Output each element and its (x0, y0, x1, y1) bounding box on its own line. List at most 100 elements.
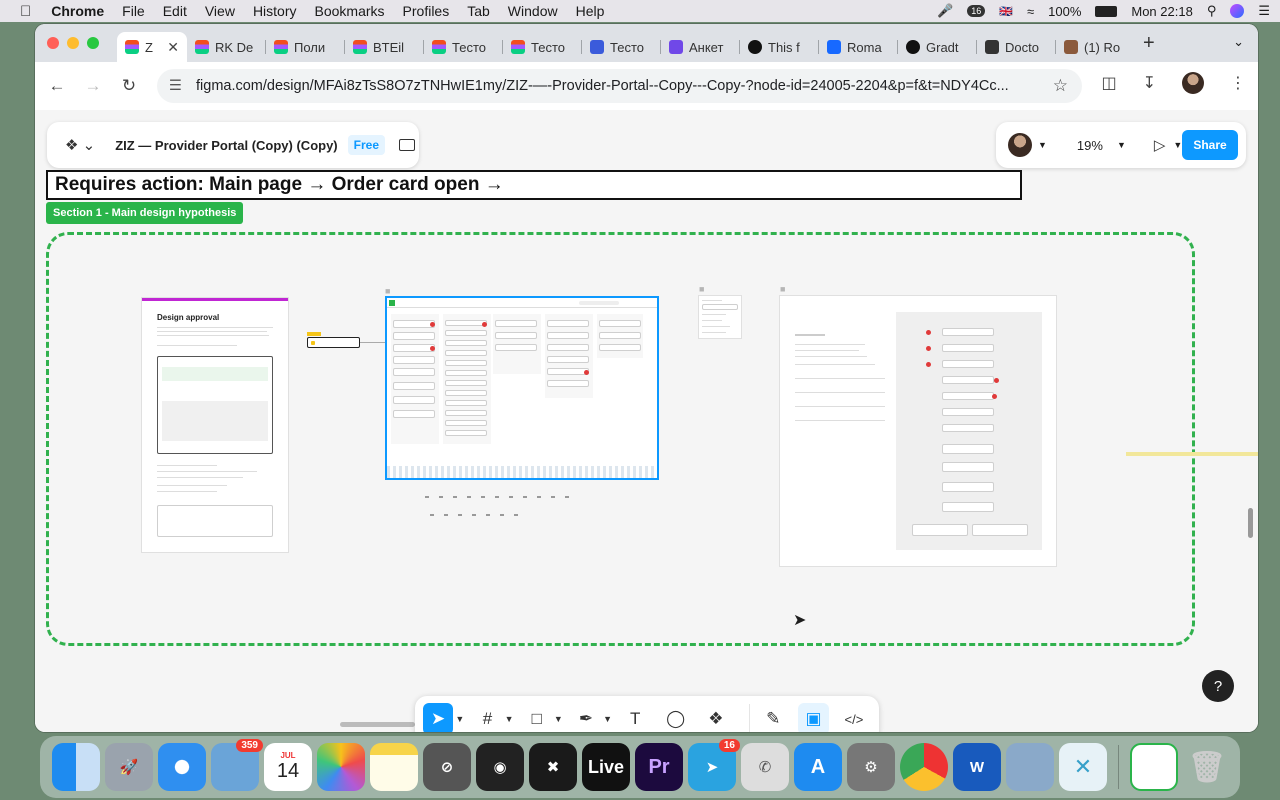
clock[interactable]: Mon 22:18 (1131, 4, 1192, 19)
tab-5[interactable]: Тесто (503, 32, 582, 62)
file-name[interactable]: ZIZ — Provider Portal (Copy) (Copy) (115, 138, 337, 153)
menu-view[interactable]: View (205, 3, 235, 19)
help-button[interactable]: ? (1202, 670, 1234, 702)
present-play-icon[interactable]: ▷ (1154, 136, 1166, 154)
back-icon[interactable]: ← (39, 76, 75, 96)
menu-edit[interactable]: Edit (163, 3, 187, 19)
zoom-window-button[interactable] (87, 37, 99, 49)
photos-icon[interactable] (317, 743, 365, 791)
no-entry-app-icon[interactable]: ⊘ (423, 743, 471, 791)
preview-icon[interactable] (1006, 743, 1054, 791)
vertical-scrollbar[interactable] (1248, 508, 1253, 538)
design-mode-icon[interactable]: ▣ (798, 703, 829, 732)
download-icon[interactable]: ↧ (1143, 73, 1156, 93)
resolve-app-icon[interactable]: ✖ (529, 743, 577, 791)
battery-icon[interactable] (1095, 5, 1118, 17)
menu-kebab-icon[interactable]: ⋮ (1230, 73, 1246, 93)
menu-window[interactable]: Window (508, 3, 558, 19)
control-center-icon[interactable]: ☰ (1258, 3, 1270, 19)
address-bar[interactable]: ☰ figma.com/design/MFAi8zTsS8O7zTNHwIE1m… (157, 69, 1082, 103)
plan-badge[interactable]: Free (347, 135, 386, 155)
tab-9[interactable]: Roma (819, 32, 898, 62)
extensions-icon[interactable]: ◫ (1101, 73, 1116, 93)
design-approval-frame[interactable]: Design approval (142, 298, 288, 552)
section-title[interactable]: Requires action: Main page → Order card … (46, 170, 1022, 200)
tab-2[interactable]: Поли (266, 32, 345, 62)
tab-11[interactable]: Docto (977, 32, 1056, 62)
tab-6[interactable]: Тесто (582, 32, 661, 62)
tab-figma-active[interactable]: Z ✕ (117, 32, 187, 62)
battery-percent[interactable]: 100% (1048, 4, 1081, 19)
xcode-like-icon[interactable]: ✕ (1059, 743, 1107, 791)
orders-board-frame[interactable] (385, 296, 659, 480)
telegram-icon[interactable]: ➤ 16 (688, 739, 740, 791)
menu-file[interactable]: File (122, 3, 145, 19)
notes-icon[interactable] (370, 743, 418, 791)
flag-icon[interactable]: 🇬🇧 (999, 5, 1013, 18)
chevron-down-icon[interactable]: ▼ (1117, 140, 1126, 150)
toggle-sidebar-icon[interactable] (399, 139, 416, 151)
move-tool-icon[interactable]: ➤ (423, 703, 454, 732)
frame-tool-icon[interactable]: # (472, 703, 502, 732)
menu-tab[interactable]: Tab (467, 3, 490, 19)
figma-menu-icon[interactable]: ❖ ⌄ (65, 136, 95, 154)
draw-mode-icon[interactable]: ✎ (758, 703, 788, 732)
reload-icon[interactable]: ↻ (111, 76, 147, 96)
pen-tool-icon[interactable]: ✒ (571, 703, 601, 732)
dropdown-frame[interactable] (699, 296, 741, 338)
siri-icon[interactable] (1230, 4, 1245, 18)
forward-icon[interactable]: → (75, 76, 111, 96)
horizontal-scrollbar[interactable] (340, 722, 415, 727)
recent-document-icon[interactable] (1130, 743, 1178, 791)
obs-icon[interactable]: ◉ (476, 743, 524, 791)
close-tab-icon[interactable]: ✕ (167, 39, 179, 56)
apple-icon[interactable]:  (20, 3, 31, 20)
mail-app-icon[interactable]: 359 (211, 739, 263, 791)
trash-icon[interactable]: 🗑 (1183, 743, 1231, 791)
tab-3[interactable]: BTEil (345, 32, 424, 62)
premiere-pro-icon[interactable]: Pr (635, 743, 683, 791)
safari-icon[interactable] (158, 743, 206, 791)
chevron-down-icon[interactable]: ▼ (1038, 140, 1047, 150)
chevron-down-icon[interactable]: ▼ (505, 714, 514, 724)
section-tag[interactable]: Section 1 - Main design hypothesis (46, 202, 244, 224)
zoom-level[interactable]: 19% (1077, 138, 1103, 153)
spotlight-icon[interactable]: ⚲ (1207, 3, 1217, 19)
menu-help[interactable]: Help (576, 3, 605, 19)
tab-7[interactable]: Анкет (661, 32, 740, 62)
ableton-live-icon[interactable]: Live (582, 743, 630, 791)
minimize-window-button[interactable] (67, 37, 79, 49)
tab-8[interactable]: This f (740, 32, 819, 62)
menu-bookmarks[interactable]: Bookmarks (315, 3, 385, 19)
menu-history[interactable]: History (253, 3, 297, 19)
collaborator-avatar[interactable] (1008, 133, 1032, 157)
tab-10[interactable]: Gradt (898, 32, 977, 62)
menu-app-chrome[interactable]: Chrome (51, 3, 104, 19)
system-settings-icon[interactable]: ⚙ (847, 743, 895, 791)
app-store-icon[interactable]: A (794, 743, 842, 791)
launchpad-icon[interactable]: 🚀 (105, 743, 153, 791)
site-info-icon[interactable]: ☰ (169, 78, 182, 94)
chevron-down-icon[interactable]: ▼ (603, 714, 612, 724)
text-tool-icon[interactable]: T (620, 703, 650, 732)
finder-icon[interactable] (52, 743, 100, 791)
calendar-icon[interactable]: JUL 14 (264, 743, 312, 791)
word-icon[interactable]: W (953, 743, 1001, 791)
sticky-note[interactable] (307, 337, 360, 348)
menu-profiles[interactable]: Profiles (403, 3, 450, 19)
bookmark-star-icon[interactable]: ☆ (1053, 76, 1068, 96)
new-tab-icon[interactable]: + (1143, 32, 1155, 55)
rectangle-tool-icon[interactable]: □ (522, 703, 552, 732)
component-explainer-frame[interactable] (780, 296, 1056, 566)
chrome-icon[interactable] (900, 743, 948, 791)
share-button[interactable]: Share (1182, 130, 1238, 160)
resources-tool-icon[interactable]: ❖ (701, 703, 731, 732)
notification-count-icon[interactable]: 16 (967, 5, 986, 17)
tab-1[interactable]: RK De (187, 32, 266, 62)
chevron-down-icon[interactable]: ▼ (455, 714, 464, 724)
dev-mode-icon[interactable]: </> (839, 703, 869, 732)
tab-12[interactable]: (1) Ro (1056, 32, 1135, 62)
chevron-down-icon[interactable]: ▼ (554, 714, 563, 724)
figma-canvas[interactable]: ❖ ⌄ ZIZ — Provider Portal (Copy) (Copy) … (35, 110, 1258, 732)
close-window-button[interactable] (47, 37, 59, 49)
